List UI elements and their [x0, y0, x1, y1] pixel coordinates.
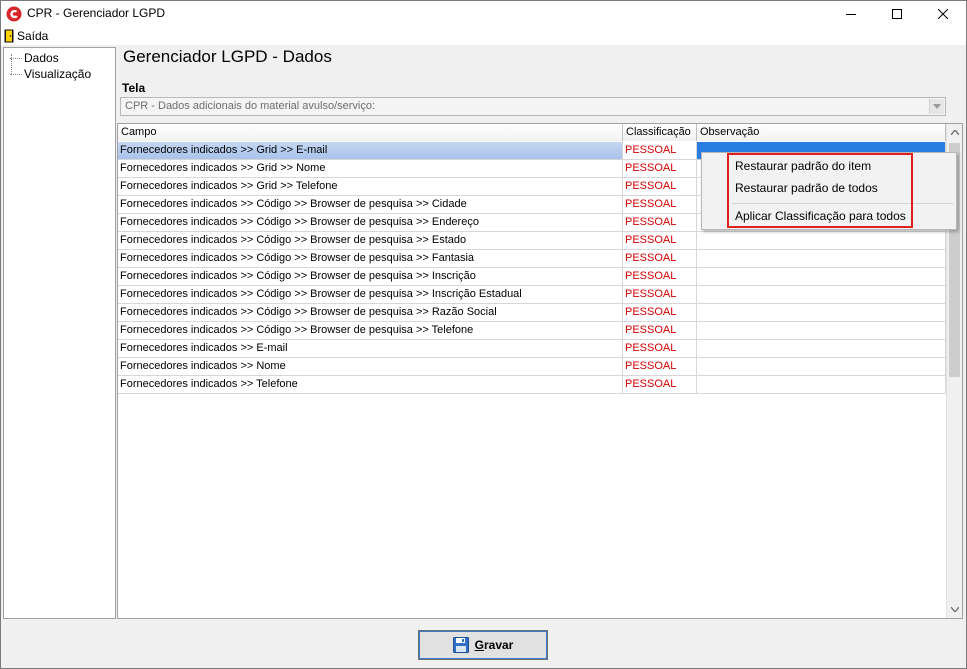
context-menu: Restaurar padrão do item Restaurar padrã… [701, 152, 957, 230]
cell-campo[interactable]: Fornecedores indicados >> Código >> Brow… [118, 196, 623, 213]
tree-item-label: Dados [24, 51, 59, 65]
cell-campo[interactable]: Fornecedores indicados >> Código >> Brow… [118, 268, 623, 285]
scroll-down-button[interactable] [947, 601, 963, 618]
tela-select-dropdown-button[interactable] [929, 99, 944, 114]
cell-campo[interactable]: Fornecedores indicados >> E-mail [118, 340, 623, 357]
table-row[interactable]: Fornecedores indicados >> Nome PESSOAL [118, 358, 946, 376]
main-window: CPR - Gerenciador LGPD Saída Dados Visua… [0, 0, 967, 669]
menu-bar: Saída [1, 27, 966, 45]
table-row[interactable]: Fornecedores indicados >> Código >> Brow… [118, 304, 946, 322]
tree-item-label: Visualização [24, 67, 92, 81]
table-row[interactable]: Fornecedores indicados >> Código >> Brow… [118, 232, 946, 250]
exit-door-icon [4, 29, 14, 43]
cell-classificacao[interactable]: PESSOAL [623, 304, 697, 321]
context-menu-restore-all[interactable]: Restaurar padrão de todos [735, 178, 878, 198]
cell-observacao[interactable] [697, 286, 946, 303]
cell-classificacao[interactable]: PESSOAL [623, 214, 697, 231]
cell-classificacao[interactable]: PESSOAL [623, 178, 697, 195]
chevron-down-icon [951, 607, 959, 612]
cell-observacao[interactable] [697, 232, 946, 249]
tree-item-visualizacao[interactable]: Visualização [10, 66, 91, 82]
exit-menu-label: Saída [17, 29, 49, 43]
cell-classificacao[interactable]: PESSOAL [623, 142, 697, 159]
cell-observacao[interactable] [697, 376, 946, 393]
column-header-observacao[interactable]: Observação [697, 124, 946, 141]
cell-campo[interactable]: Fornecedores indicados >> Código >> Brow… [118, 322, 623, 339]
tree-item-dados[interactable]: Dados [10, 50, 59, 66]
column-header-campo[interactable]: Campo [118, 124, 623, 141]
tela-select-value: CPR - Dados adicionais do material avuls… [125, 100, 376, 112]
cell-campo[interactable]: Fornecedores indicados >> Telefone [118, 376, 623, 393]
column-header-classificacao[interactable]: Classificação [623, 124, 697, 141]
close-button[interactable] [920, 1, 966, 27]
cell-classificacao[interactable]: PESSOAL [623, 232, 697, 249]
tree-branch-line [10, 73, 22, 75]
table-row[interactable]: Fornecedores indicados >> Telefone PESSOA… [118, 376, 946, 394]
exit-menu-item[interactable]: Saída [4, 28, 48, 44]
cell-classificacao[interactable]: PESSOAL [623, 340, 697, 357]
navigation-tree: Dados Visualização [3, 47, 116, 619]
app-logo-icon [6, 6, 22, 22]
cell-classificacao[interactable]: PESSOAL [623, 160, 697, 177]
cell-observacao[interactable] [697, 268, 946, 285]
cell-classificacao[interactable]: PESSOAL [623, 250, 697, 267]
cell-campo[interactable]: Fornecedores indicados >> Código >> Brow… [118, 304, 623, 321]
close-icon [938, 9, 948, 19]
cell-campo[interactable]: Fornecedores indicados >> Código >> Brow… [118, 232, 623, 249]
save-button-label: Gravar [474, 638, 514, 652]
save-button[interactable]: Gravar [418, 630, 548, 660]
cell-observacao[interactable] [697, 340, 946, 357]
cell-classificacao[interactable]: PESSOAL [623, 358, 697, 375]
cell-observacao[interactable] [697, 250, 946, 267]
minimize-button[interactable] [828, 1, 874, 27]
cell-campo[interactable]: Fornecedores indicados >> Código >> Brow… [118, 286, 623, 303]
context-menu-apply-classification-all[interactable]: Aplicar Classificação para todos [735, 206, 906, 226]
table-row[interactable]: Fornecedores indicados >> Código >> Brow… [118, 322, 946, 340]
minimize-icon [846, 14, 856, 15]
scroll-up-button[interactable] [947, 124, 963, 141]
cell-classificacao[interactable]: PESSOAL [623, 196, 697, 213]
cell-classificacao[interactable]: PESSOAL [623, 322, 697, 339]
maximize-icon [892, 9, 902, 19]
floppy-disk-icon [452, 637, 469, 653]
title-bar[interactable]: CPR - Gerenciador LGPD [1, 1, 966, 27]
window-title: CPR - Gerenciador LGPD [27, 6, 166, 20]
grid-header: Campo Classificação Observação [118, 124, 946, 141]
cell-campo[interactable]: Fornecedores indicados >> Nome [118, 358, 623, 375]
table-row[interactable]: Fornecedores indicados >> E-mail PESSOAL [118, 340, 946, 358]
chevron-up-icon [951, 130, 959, 135]
tela-select[interactable]: CPR - Dados adicionais do material avuls… [120, 97, 946, 116]
tree-branch-line [10, 57, 22, 59]
maximize-button[interactable] [874, 1, 920, 27]
page-title: Gerenciador LGPD - Dados [123, 47, 332, 66]
context-menu-separator [732, 203, 954, 204]
cell-classificacao[interactable]: PESSOAL [623, 268, 697, 285]
cell-observacao[interactable] [697, 304, 946, 321]
table-row[interactable]: Fornecedores indicados >> Código >> Brow… [118, 286, 946, 304]
cell-campo[interactable]: Fornecedores indicados >> Grid >> Telefo… [118, 178, 623, 195]
cell-classificacao[interactable]: PESSOAL [623, 376, 697, 393]
context-menu-restore-item[interactable]: Restaurar padrão do item [735, 156, 871, 176]
cell-observacao[interactable] [697, 358, 946, 375]
cell-campo[interactable]: Fornecedores indicados >> Grid >> E-mail [118, 142, 623, 159]
chevron-down-icon [933, 104, 941, 109]
tela-label: Tela [122, 81, 146, 95]
cell-campo[interactable]: Fornecedores indicados >> Código >> Brow… [118, 250, 623, 267]
table-row[interactable]: Fornecedores indicados >> Código >> Brow… [118, 250, 946, 268]
cell-campo[interactable]: Fornecedores indicados >> Grid >> Nome [118, 160, 623, 177]
cell-campo[interactable]: Fornecedores indicados >> Código >> Brow… [118, 214, 623, 231]
table-row[interactable]: Fornecedores indicados >> Código >> Brow… [118, 268, 946, 286]
cell-classificacao[interactable]: PESSOAL [623, 286, 697, 303]
cell-observacao[interactable] [697, 322, 946, 339]
